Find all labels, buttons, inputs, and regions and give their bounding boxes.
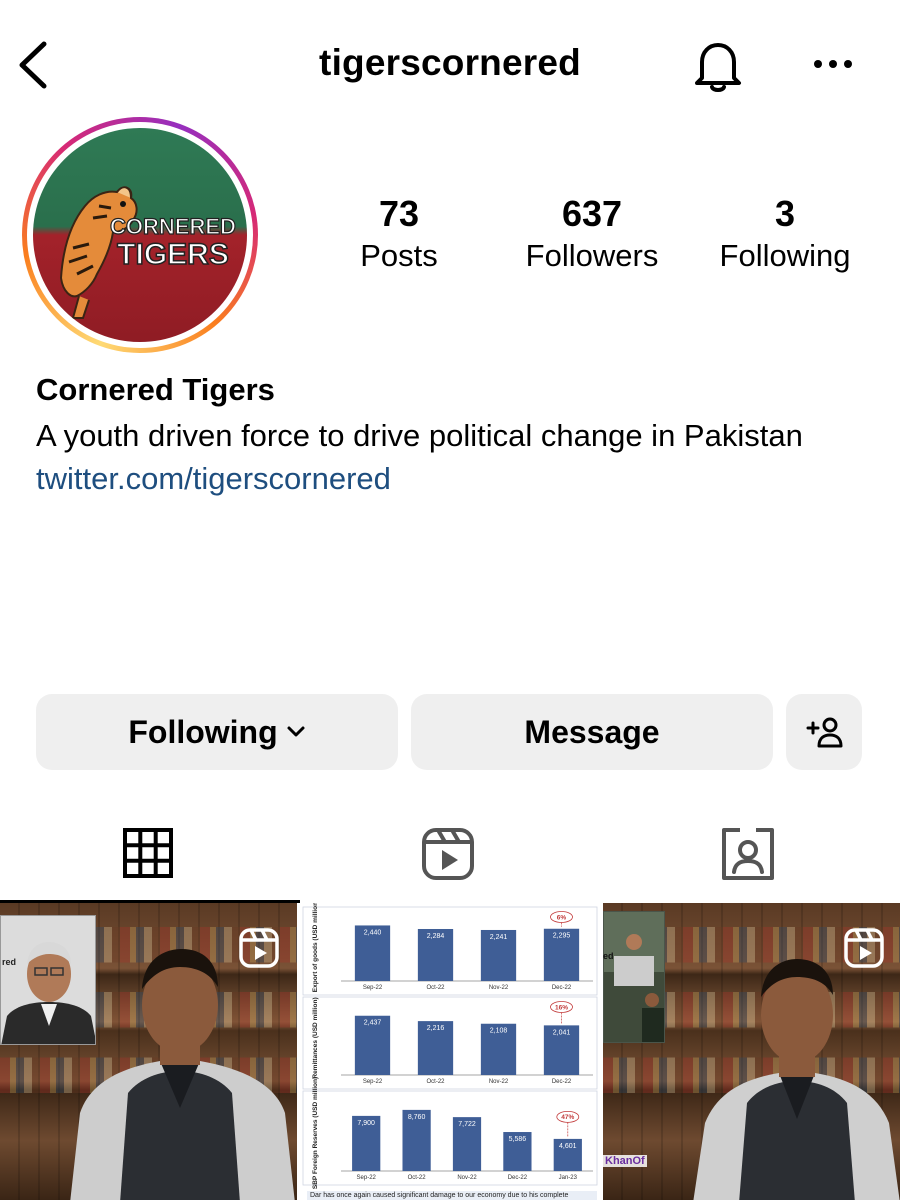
following-stat[interactable]: 3 Following	[705, 192, 865, 276]
chart-category-label: Dec-22	[508, 1175, 528, 1181]
chart-value-label: 7,722	[458, 1121, 476, 1128]
reel-icon	[844, 928, 884, 968]
chart-value-label: 2,440	[364, 929, 382, 936]
chart-value-label: 8,760	[408, 1114, 426, 1121]
chart-value-label: 7,900	[357, 1120, 375, 1127]
posts-label: Posts	[360, 238, 438, 273]
notifications-button[interactable]	[690, 36, 746, 96]
inset-photo	[0, 915, 96, 1045]
chart-annotation: 6%	[557, 914, 567, 921]
posts-count: 73	[378, 193, 420, 234]
grid-icon	[123, 828, 173, 878]
more-options-button[interactable]	[808, 44, 858, 84]
chart-value-label: 2,241	[490, 934, 508, 941]
chart-category-label: Oct-22	[426, 1079, 445, 1085]
overlay-watermark: KhanOf	[603, 1155, 647, 1167]
host-figure	[693, 959, 900, 1200]
profile-bio: Cornered Tigers A youth driven force to …	[36, 370, 876, 500]
following-button[interactable]: Following	[36, 694, 398, 770]
chart-value-label: 2,108	[490, 1028, 508, 1035]
overlay-caption: ed	[603, 951, 614, 961]
following-button-label: Following	[128, 713, 278, 750]
avatar: CORNERED TIGERS	[33, 128, 247, 342]
profile-username: tigerscornered	[319, 42, 581, 83]
bio-text: A youth driven force to drive political …	[36, 418, 803, 453]
chart-category-label: Dec-22	[552, 1079, 572, 1085]
inset-person	[1, 942, 95, 1044]
chart-category-label: Sep-22	[357, 1175, 377, 1181]
story-ring[interactable]: CORNERED TIGERS	[22, 117, 258, 353]
followers-label: Followers	[525, 238, 659, 273]
chart-value-label: 5,586	[509, 1136, 527, 1143]
tab-posts-grid[interactable]	[118, 820, 178, 884]
suggested-users-button[interactable]	[786, 694, 862, 770]
message-button[interactable]: Message	[411, 694, 773, 770]
tagged-icon	[722, 828, 774, 880]
bell-icon	[695, 43, 741, 92]
chart-category-label: Oct-22	[408, 1175, 427, 1181]
message-button-label: Message	[524, 713, 660, 750]
chart-footer-text: Dar has once again caused significant da…	[307, 1191, 597, 1200]
overlay-caption: red	[2, 957, 17, 967]
chart-value-label: 4,601	[559, 1143, 577, 1150]
chart-category-label: Nov-22	[489, 985, 509, 991]
chart-value-label: 2,041	[553, 1029, 571, 1036]
svg-text:CORNERED: CORNERED	[110, 214, 236, 239]
top-bar: tigerscornered	[0, 0, 900, 130]
chart-ylabel: Export of goods (USD million)	[312, 903, 319, 992]
economic-charts: Export of goods (USD million) 2,440 Sep-22…	[302, 903, 598, 1189]
display-name: Cornered Tigers	[36, 372, 275, 407]
chart-value-label: 2,284	[427, 933, 445, 940]
chart-annotation: 16%	[555, 1004, 568, 1011]
svg-text:TIGERS: TIGERS	[117, 238, 229, 271]
posts-grid: red Export of goods (USD million) 2,440 Se…	[0, 903, 900, 1200]
bio-link[interactable]: twitter.com/tigerscornered	[36, 457, 876, 500]
chart-category-label: Nov-22	[457, 1175, 477, 1181]
reel-icon	[239, 928, 279, 968]
post-thumbnail[interactable]: red	[0, 903, 297, 1200]
followers-stat[interactable]: 637 Followers	[507, 192, 677, 276]
chart-annotation: 47%	[561, 1114, 574, 1121]
reels-icon	[422, 828, 474, 880]
posts-stat[interactable]: 73 Posts	[340, 192, 458, 276]
chart-ylabel: SBP Foreign Reserves (USD million)	[312, 1077, 319, 1189]
cornered-tigers-logo: CORNERED TIGERS	[59, 186, 237, 319]
chart-category-label: Sep-22	[363, 1079, 383, 1085]
tab-tagged[interactable]	[718, 820, 778, 884]
followers-count: 637	[561, 193, 623, 234]
post-thumbnail[interactable]: Export of goods (USD million) 2,440 Sep-22…	[301, 903, 599, 1200]
chart-value-label: 2,216	[427, 1025, 445, 1032]
tab-reels[interactable]	[418, 820, 478, 884]
more-dots-icon	[814, 60, 852, 68]
chart-ylabel: Remittances (USD million)	[312, 997, 319, 1078]
chart-value-label: 2,437	[364, 1020, 382, 1027]
chart-value-label: 2,295	[553, 933, 571, 940]
chart-category-label: Dec-22	[552, 985, 572, 991]
inset-scene	[604, 912, 664, 1042]
following-count: 3	[774, 193, 796, 234]
chart-category-label: Oct-22	[426, 985, 445, 991]
chart-category-label: Sep-22	[363, 985, 383, 991]
chevron-down-icon	[287, 726, 305, 737]
following-label: Following	[719, 238, 851, 273]
chart-category-label: Jan-23	[559, 1175, 578, 1181]
add-user-icon	[806, 717, 843, 748]
inset-photo	[603, 911, 665, 1043]
post-thumbnail[interactable]: ed KhanOf	[603, 903, 900, 1200]
chart-category-label: Nov-22	[489, 1079, 509, 1085]
